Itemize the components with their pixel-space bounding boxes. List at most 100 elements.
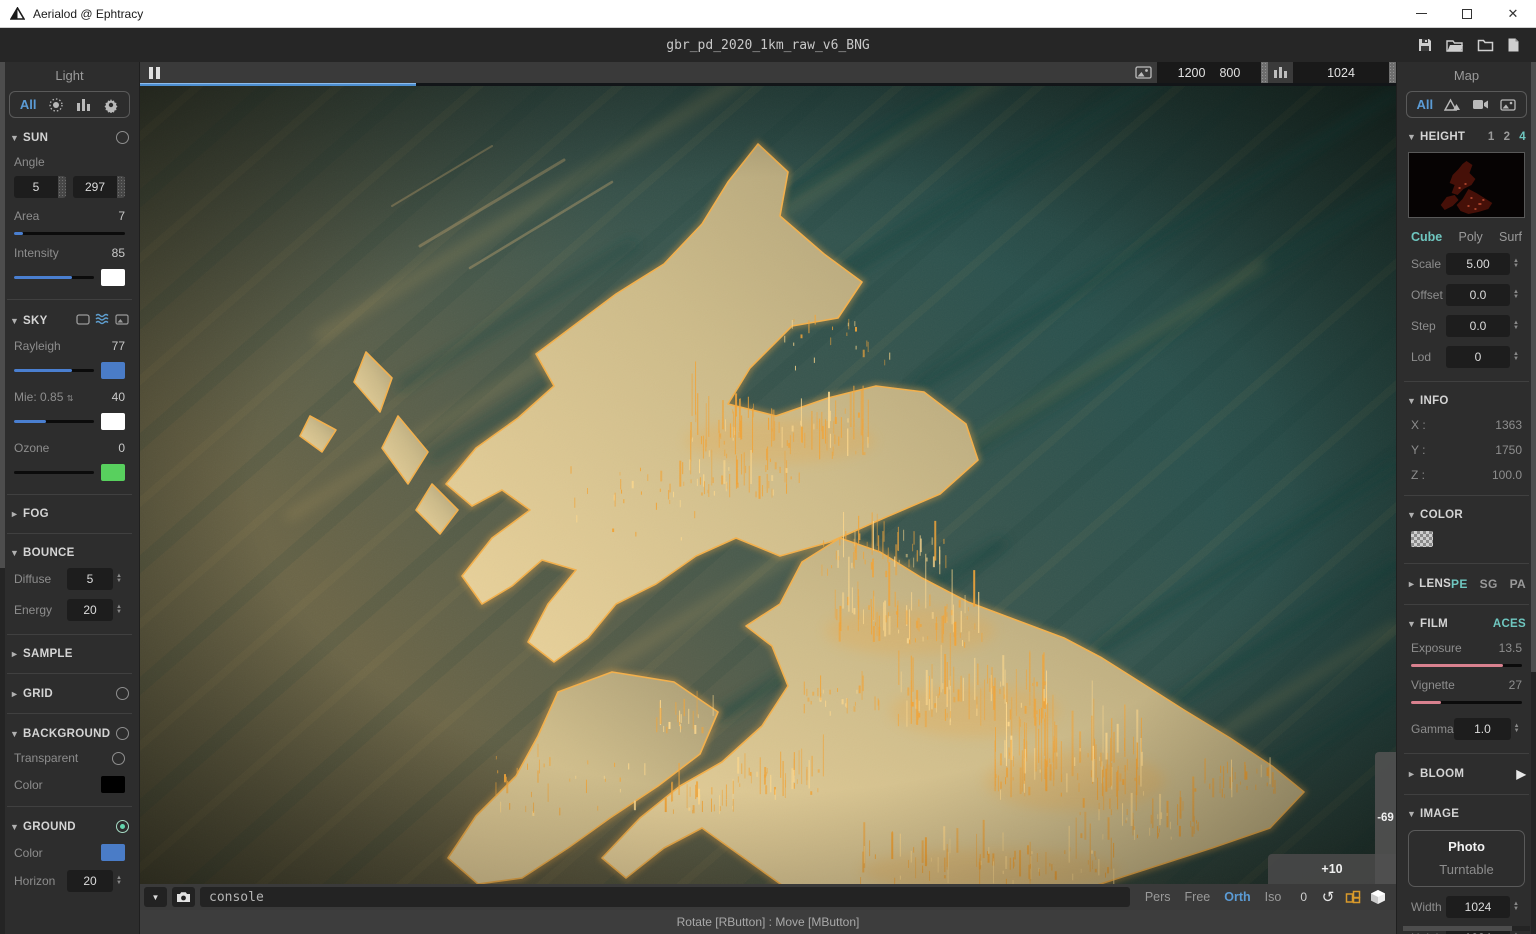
cube-view-icon[interactable] — [1368, 889, 1388, 905]
stepper-arrows[interactable]: ▲▼ — [1510, 902, 1522, 912]
console-input[interactable] — [200, 887, 1130, 907]
sky-ozone-slider[interactable] — [14, 471, 94, 474]
film-section-header[interactable]: ▼ FILM ACES — [1407, 618, 1526, 630]
lens-mode-pe[interactable]: PE — [1451, 577, 1468, 591]
terrain-tab-icon[interactable] — [1444, 98, 1461, 111]
map-color-swatch[interactable] — [1411, 531, 1433, 547]
sun-area-slider[interactable] — [14, 232, 125, 235]
close-button[interactable]: ✕ — [1490, 0, 1536, 27]
lens-section-header[interactable]: ► LENS PE SG PA — [1407, 577, 1526, 591]
minimize-button[interactable] — [1398, 0, 1444, 27]
projection-iso[interactable]: Iso — [1265, 890, 1282, 904]
height-level-1[interactable]: 1 — [1488, 131, 1495, 143]
sun-angle-azimuth-field[interactable]: 297 — [73, 176, 125, 198]
height-lod-field[interactable]: 0 — [1446, 346, 1510, 368]
film-gamma-field[interactable]: 1.0 — [1454, 718, 1512, 740]
photo-button[interactable]: Photo — [1409, 839, 1524, 854]
stepper-arrows[interactable]: ▲▼ — [113, 605, 125, 615]
film-mode-aces[interactable]: ACES — [1493, 618, 1526, 630]
sun-enable-radio[interactable] — [116, 131, 129, 144]
sky-atmosphere-icon[interactable] — [95, 313, 110, 328]
film-vignette-slider[interactable] — [1411, 701, 1522, 704]
lens-mode-pa[interactable]: PA — [1510, 577, 1526, 591]
reset-rotation-icon[interactable]: ↺ — [1318, 888, 1338, 906]
open-file-button[interactable] — [1446, 37, 1464, 53]
console-dropdown-button[interactable]: ▼ — [144, 887, 167, 907]
height-level-4[interactable]: 4 — [1519, 131, 1526, 143]
fog-section-header[interactable]: ► FOG — [10, 508, 129, 520]
bounce-energy-field[interactable]: 20 — [67, 599, 113, 621]
sky-mie-slider[interactable] — [14, 420, 94, 423]
height-mode-surf[interactable]: Surf — [1499, 230, 1522, 244]
screenshot-button[interactable] — [172, 887, 195, 907]
maximize-button[interactable] — [1444, 0, 1490, 27]
background-enable-radio[interactable] — [116, 727, 129, 740]
sample-histogram-button[interactable] — [1268, 62, 1293, 83]
stepper-arrows[interactable]: ▲▼ — [113, 574, 125, 584]
picture-tab-icon[interactable] — [1500, 99, 1516, 111]
map-panel-hscrollbar[interactable] — [1403, 926, 1530, 931]
bloom-section-header[interactable]: ► BLOOM ▶ — [1407, 767, 1526, 781]
image-section-header[interactable]: ▼ IMAGE — [1407, 808, 1526, 820]
background-section-header[interactable]: ▼ BACKGROUND — [10, 727, 129, 740]
render-image-button[interactable] — [1130, 62, 1157, 83]
stepper-arrows[interactable]: ▲▼ — [1510, 321, 1522, 331]
sky-plain-icon[interactable] — [76, 314, 90, 328]
sun-color-swatch[interactable] — [101, 269, 125, 286]
ground-color-swatch[interactable] — [101, 844, 125, 861]
stepper-arrows[interactable]: ▲▼ — [1511, 724, 1522, 734]
light-panel-scrollbar[interactable] — [0, 62, 5, 934]
map-panel-scrollbar[interactable] — [1531, 62, 1536, 934]
axonometric-view-icon[interactable] — [1343, 890, 1363, 904]
sun-section-header[interactable]: ▼ SUN — [10, 131, 129, 144]
grid-enable-radio[interactable] — [116, 687, 129, 700]
bounce-diffuse-field[interactable]: 5 — [67, 568, 113, 590]
render-size-field[interactable]: 1200 800 — [1157, 62, 1261, 83]
stepper-arrows[interactable]: ▲▼ — [113, 876, 125, 886]
projection-pers[interactable]: Pers — [1145, 890, 1171, 904]
height-step-field[interactable]: 0.0 — [1446, 315, 1510, 337]
height-mode-cube[interactable]: Cube — [1411, 230, 1442, 244]
bloom-play-icon[interactable]: ▶ — [1516, 767, 1526, 781]
new-folder-button[interactable] — [1477, 37, 1494, 53]
save-image-button[interactable] — [1417, 37, 1433, 53]
projection-free[interactable]: Free — [1185, 890, 1211, 904]
ground-enable-radio[interactable] — [116, 820, 129, 833]
camera-tab-icon[interactable] — [1472, 99, 1489, 110]
background-color-swatch[interactable] — [101, 776, 125, 793]
sky-rayleigh-slider[interactable] — [14, 369, 94, 372]
drag-grip[interactable] — [1389, 62, 1396, 83]
settings-tab-icon[interactable] — [103, 97, 119, 113]
vertical-adjust-slider[interactable]: -69 — [1375, 752, 1396, 884]
render-scene[interactable]: +10 -69 — [140, 86, 1396, 884]
projection-orth[interactable]: Orth — [1224, 890, 1250, 904]
drag-grip[interactable] — [58, 176, 66, 198]
sample-section-header[interactable]: ► SAMPLE — [10, 648, 129, 660]
heightmap-thumbnail[interactable] — [1408, 152, 1525, 218]
drag-grip[interactable] — [1261, 62, 1268, 83]
view-angle-value[interactable]: 0 — [1300, 890, 1307, 904]
ground-horizon-field[interactable]: 20 — [67, 870, 113, 892]
pause-button[interactable] — [149, 67, 160, 79]
turntable-button[interactable]: Turntable — [1409, 862, 1524, 877]
sun-intensity-slider[interactable] — [14, 276, 94, 279]
stepper-arrows[interactable]: ▲▼ — [1510, 259, 1522, 269]
histogram-tab-icon[interactable] — [76, 98, 91, 112]
height-scale-field[interactable]: 5.00 — [1446, 253, 1510, 275]
background-transparent-radio[interactable] — [112, 752, 125, 765]
sky-image-icon[interactable] — [115, 314, 129, 328]
color-section-header[interactable]: ▼ COLOR — [1407, 509, 1526, 521]
document-button[interactable] — [1507, 37, 1520, 53]
height-section-header[interactable]: ▼ HEIGHT 1 2 4 — [1407, 131, 1526, 143]
stepper-arrows[interactable]: ▲▼ — [1510, 290, 1522, 300]
sample-size-field[interactable]: 1024 — [1293, 62, 1389, 83]
ground-section-header[interactable]: ▼ GROUND — [10, 820, 129, 833]
drag-grip[interactable] — [117, 176, 125, 198]
sky-section-header[interactable]: ▼ SKY — [10, 313, 129, 328]
sky-rayleigh-color-swatch[interactable] — [101, 362, 125, 379]
map-tab-all[interactable]: All — [1417, 97, 1434, 112]
sun-tab-icon[interactable] — [48, 97, 64, 113]
image-width-field[interactable]: 1024 — [1446, 896, 1510, 918]
height-mode-poly[interactable]: Poly — [1458, 230, 1482, 244]
bounce-section-header[interactable]: ▼ BOUNCE — [10, 547, 129, 559]
